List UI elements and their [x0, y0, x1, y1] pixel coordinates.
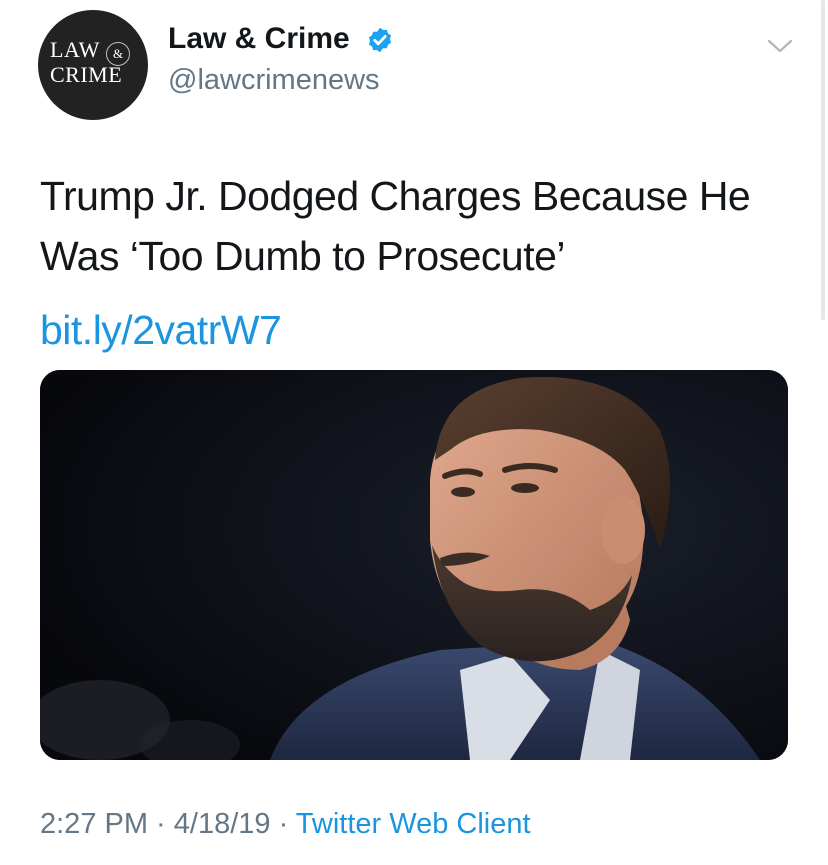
- tweet-client-link[interactable]: Twitter Web Client: [296, 808, 531, 840]
- chevron-down-icon[interactable]: [766, 36, 794, 56]
- meta-separator: ·: [148, 808, 174, 840]
- meta-separator: ·: [270, 808, 296, 840]
- tweet-metadata: 2:27 PM · 4/18/19 · Twitter Web Client: [40, 808, 531, 841]
- law-and-crime-logo: LAW & CRIME: [38, 10, 148, 120]
- tweet-card: LAW & CRIME Law & Crime @lawcrimenews Tr…: [0, 0, 828, 865]
- avatar[interactable]: LAW & CRIME: [38, 10, 148, 120]
- account-handle[interactable]: @lawcrimenews: [168, 64, 380, 97]
- scrollbar[interactable]: [821, 0, 825, 320]
- tweet-date: 4/18/19: [173, 808, 271, 840]
- logo-text-crime: CRIME: [50, 62, 123, 87]
- display-name[interactable]: Law & Crime: [168, 22, 350, 56]
- portrait-photo-image: [40, 370, 788, 760]
- verified-badge-icon: [368, 27, 392, 53]
- tweet-time: 2:27 PM: [40, 808, 148, 840]
- tweet-text: Trump Jr. Dodged Charges Because He Was …: [40, 173, 751, 279]
- logo-text-law: LAW: [50, 37, 100, 62]
- tweet-link[interactable]: bit.ly/2vatrW7: [40, 300, 282, 360]
- tweet-media-photo[interactable]: [40, 370, 788, 760]
